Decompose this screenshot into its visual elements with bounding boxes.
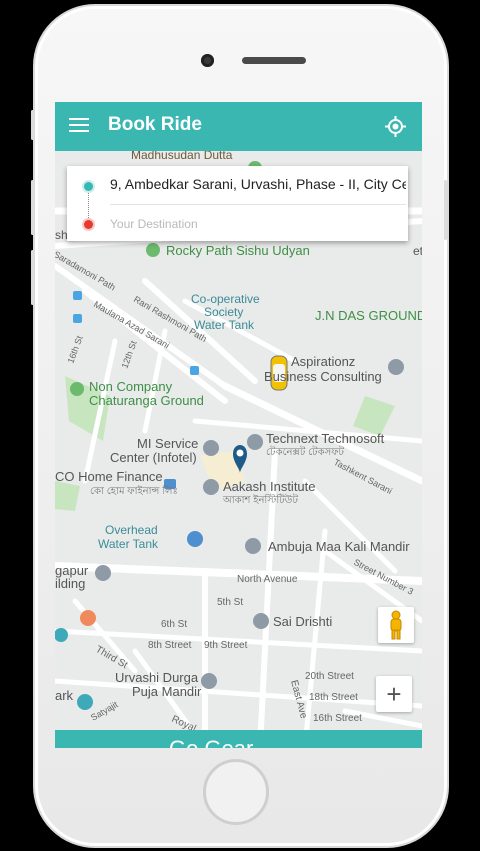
map-label-sixth: 6th St bbox=[161, 619, 187, 630]
destination-dot-icon bbox=[84, 220, 93, 229]
map-label-mi1: MI Service bbox=[137, 436, 198, 451]
map-label-urvashi1: Urvashi Durga bbox=[115, 670, 199, 685]
route-connector bbox=[88, 193, 89, 218]
street-view-button[interactable] bbox=[378, 607, 414, 643]
map-label-mi2: Center (Infotel) bbox=[110, 450, 197, 465]
map-label-north-ave: North Avenue bbox=[237, 574, 298, 585]
map-label-fifth: 5th St bbox=[217, 597, 243, 608]
app-screen: Madhusudan Dutta Rocky Path Sishu Udyan … bbox=[55, 102, 422, 748]
bottom-action-bar[interactable]: Go Gear bbox=[55, 730, 422, 748]
home-button[interactable] bbox=[203, 759, 269, 825]
map-label-ark: ark bbox=[55, 688, 74, 703]
map-label-aakash: Aakash Institute bbox=[223, 479, 316, 494]
route-card: 9, Ambedkar Sarani, Urvashi, Phase - II,… bbox=[67, 166, 408, 241]
map-label-noncompany1: Non Company bbox=[89, 379, 173, 394]
map-label-madhusudan: Madhusudan Dutta bbox=[131, 151, 233, 162]
pickup-address-field[interactable]: 9, Ambedkar Sarani, Urvashi, Phase - II,… bbox=[110, 176, 406, 192]
volume-up-button bbox=[31, 180, 34, 235]
front-camera bbox=[201, 54, 214, 67]
map-label-jndas: J.N DAS GROUND bbox=[315, 308, 422, 323]
map-label-eighth: 8th Street bbox=[148, 640, 192, 651]
map-label-overhead1: Overhead bbox=[105, 523, 158, 537]
map-label-aakash-bn: আকাশ ইনস্টিটিউট bbox=[222, 493, 298, 506]
map-label-overhead2: Water Tank bbox=[98, 537, 159, 551]
hamburger-menu-icon[interactable] bbox=[69, 118, 89, 134]
map-label-sh: sh bbox=[55, 228, 68, 242]
map-label-co-home: CO Home Finance bbox=[55, 469, 163, 484]
map-label-rocky: Rocky Path Sishu Udyan bbox=[166, 243, 310, 258]
page-title: Book Ride bbox=[108, 114, 202, 135]
map-label-ninth: 9th Street bbox=[204, 640, 248, 651]
volume-down-button bbox=[31, 250, 34, 305]
map-label-coop2: Society bbox=[204, 305, 243, 319]
map-label-noncompany2: Chaturanga Ground bbox=[89, 393, 204, 408]
destination-input[interactable]: Your Destination bbox=[110, 217, 198, 231]
map-label-technext-bn: টেকনেক্সট টেকসফট bbox=[266, 445, 344, 458]
map-label-coop3: Water Tank bbox=[194, 318, 255, 332]
map-label-sai: Sai Drishti bbox=[273, 614, 332, 629]
map-label-technext: Technext Technosoft bbox=[266, 431, 385, 446]
map-label-aspir2: Business Consulting bbox=[264, 369, 382, 384]
map-label-eighteenth: 18th Street bbox=[309, 692, 358, 703]
gps-locate-icon[interactable] bbox=[385, 116, 406, 137]
divider bbox=[110, 204, 406, 205]
map-label-urvashi2: Puja Mandir bbox=[132, 684, 202, 699]
map-label-coop1: Co-operative bbox=[191, 292, 260, 306]
speaker-grille bbox=[242, 57, 306, 64]
map-label-ambuja: Ambuja Maa Kali Mandir bbox=[268, 539, 410, 554]
zoom-in-button[interactable]: + bbox=[376, 676, 412, 712]
pickup-dot-icon bbox=[84, 182, 93, 191]
map-label-twentieth: 20th Street bbox=[305, 671, 354, 682]
street-view-pegman-icon bbox=[390, 610, 402, 640]
map-label-sixteenth: 16th Street bbox=[313, 713, 362, 724]
map-label-et: et bbox=[413, 244, 422, 258]
power-button bbox=[444, 180, 447, 240]
bottom-bar-label: Go Gear bbox=[169, 736, 253, 748]
map-label-co-home-bn: কো হোম ফাইনান্স লিঃ bbox=[90, 485, 178, 497]
mute-switch bbox=[31, 110, 34, 140]
app-header: Book Ride bbox=[55, 102, 422, 151]
map-label-aspir1: Aspirationz bbox=[291, 354, 355, 369]
map-label-ilding: ilding bbox=[55, 576, 85, 591]
